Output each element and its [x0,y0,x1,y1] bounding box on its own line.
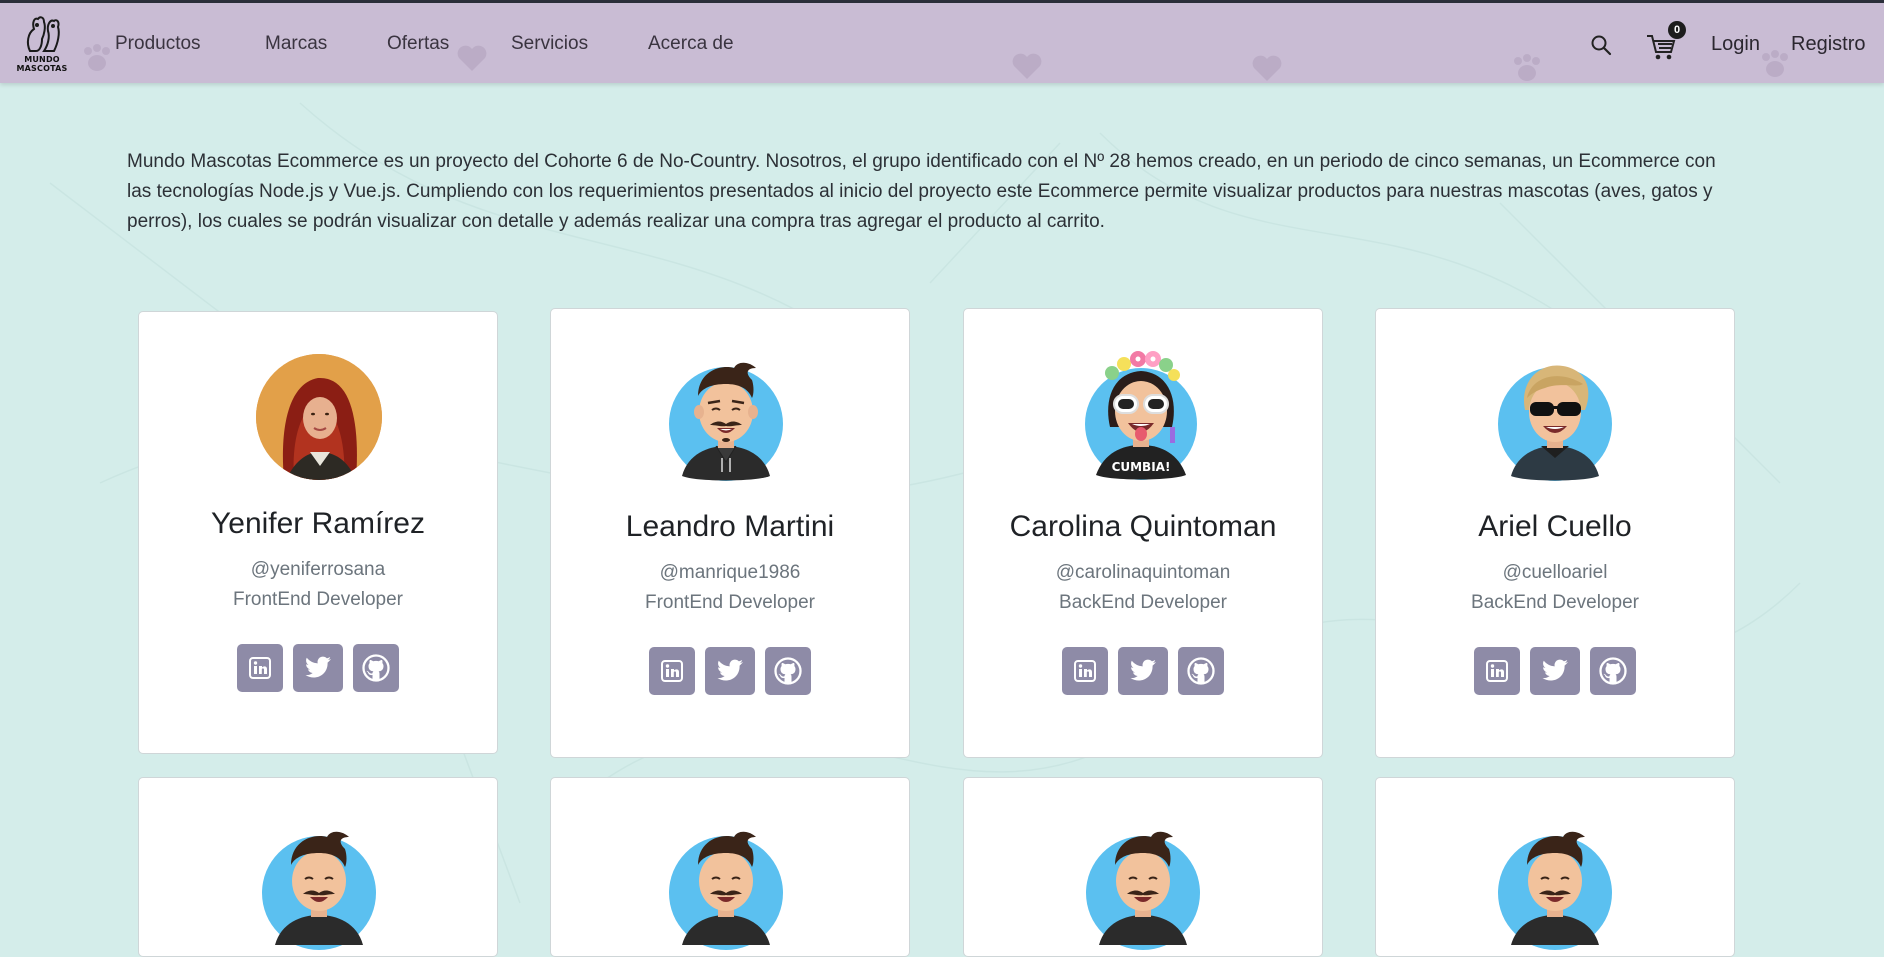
github-button[interactable] [1590,647,1636,695]
member-role: FrontEnd Developer [232,589,404,610]
twitter-button[interactable] [293,644,343,692]
cart-count-badge: 0 [1668,21,1686,39]
nav-link-ofertas[interactable]: Ofertas [387,33,449,55]
member-handle: @carolinaquintoman [1055,562,1231,583]
avatar [256,354,382,480]
member-role: BackEnd Developer [1471,592,1639,613]
linkedin-icon [1486,660,1508,682]
member-name: Yenifer Ramírez [211,507,425,540]
linkedin-icon [661,660,683,682]
social-links [1376,647,1734,695]
twitter-button[interactable] [1118,647,1168,695]
pets-logo-icon [26,16,60,52]
member-role: FrontEnd Developer [644,592,816,613]
register-link[interactable]: Registro [1791,33,1865,56]
cartoon-avatar: CUMBIA! [1085,351,1197,480]
member-name: Ariel Cuello [1478,510,1632,543]
linkedin-icon [249,657,271,679]
linkedin-button[interactable] [1474,647,1520,695]
nav-link-label: Acerca de [648,33,734,54]
team-card-partial [138,777,498,957]
member-handle: @cuelloariel [1502,562,1608,583]
nav-link-marcas[interactable]: Marcas [265,33,327,55]
twitter-button[interactable] [705,647,755,695]
social-links [551,647,909,695]
avatar: CUMBIA! [1082,349,1200,481]
nav-link-productos[interactable]: Productos [115,33,201,55]
github-icon [362,654,390,682]
twitter-icon [305,656,331,678]
twitter-icon [1130,659,1156,681]
heart-decoration-icon [1012,53,1042,79]
profile-photo [256,354,382,480]
member-name: Carolina Quintoman [1009,510,1277,543]
heart-decoration-icon [457,45,487,71]
brand-logo[interactable]: MUNDO MASCOTAS [14,13,70,75]
team-card-partial [1375,777,1735,957]
cartoon-avatar [669,362,783,481]
nav-link-label: Servicios [511,33,589,54]
linkedin-button[interactable] [1062,647,1108,695]
linkedin-icon [1074,660,1096,682]
member-handle: @yeniferrosana [250,559,386,580]
github-icon [774,657,802,685]
linkedin-button[interactable] [237,644,283,692]
search-icon[interactable] [1590,34,1612,56]
team-card: Ariel Cuello @cuelloariel BackEnd Develo… [1375,308,1735,758]
linkedin-button[interactable] [649,647,695,695]
login-link[interactable]: Login [1711,33,1760,56]
github-icon [1187,657,1215,685]
team-card: CUMBIA! Carolina Quintoman @carolinaquin… [963,308,1323,758]
social-links [964,647,1322,695]
avatar [1085,823,1201,950]
team-card: Yenifer Ramírez @yeniferrosana FrontEnd … [138,311,498,754]
nav-link-label: Ofertas [387,33,450,54]
nav-link-label: Marcas [265,33,328,54]
logo-text-top: MUNDO [24,55,60,64]
nav-link-servicios[interactable]: Servicios [511,33,588,55]
member-handle: @manrique1986 [659,562,801,583]
paw-decoration-icon [1514,54,1540,81]
github-icon [1599,657,1627,685]
avatar [668,354,784,481]
member-role: BackEnd Developer [1059,592,1227,613]
nav-link-label: Productos [115,33,201,54]
nav-link-acerca-de[interactable]: Acerca de [648,33,734,55]
team-card-partial [963,777,1323,957]
logo-text-bottom: MASCOTAS [16,64,68,73]
twitter-icon [717,659,743,681]
navbar: MUNDO MASCOTAS Productos Marcas Ofertas … [0,3,1884,83]
avatar [1497,354,1613,481]
paw-decoration-icon [84,44,110,71]
github-button[interactable] [353,644,399,692]
github-button[interactable] [1178,647,1224,695]
avatar [668,823,784,950]
team-card-partial [550,777,910,957]
paw-decoration-icon [1762,50,1788,77]
team-card: Leandro Martini @manrique1986 FrontEnd D… [550,308,910,758]
twitter-icon [1542,659,1568,681]
cartoon-avatar [1498,365,1612,481]
social-links [139,644,497,692]
github-button[interactable] [765,647,811,695]
avatar [261,823,377,950]
heart-decoration-icon [1252,55,1282,81]
shirt-text: CUMBIA! [1112,460,1171,474]
twitter-button[interactable] [1530,647,1580,695]
member-name: Leandro Martini [625,510,835,543]
about-description: Mundo Mascotas Ecommerce es un proyecto … [127,151,1716,232]
avatar [1497,823,1613,950]
